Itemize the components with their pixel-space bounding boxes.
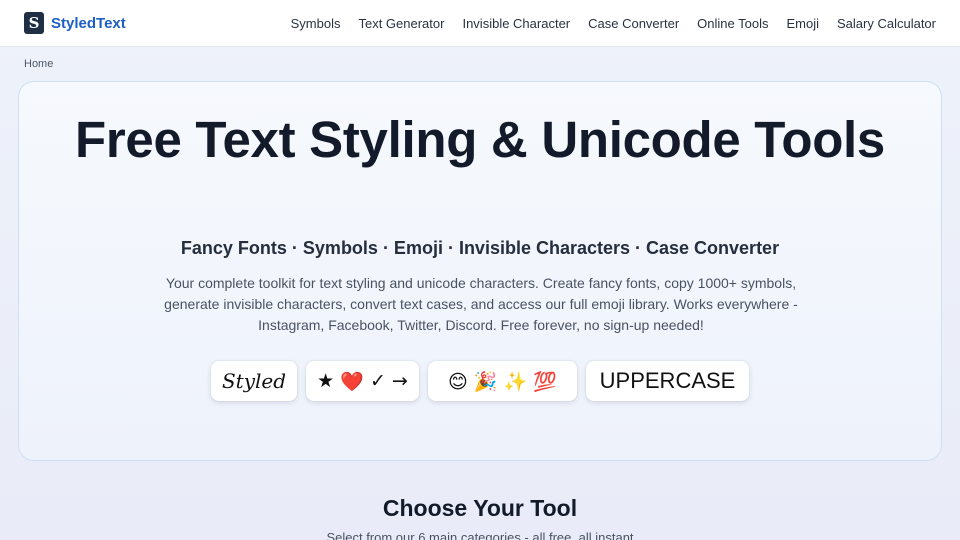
sample-chip-uppercase[interactable]: UPPERCASE [586,361,749,401]
hero-title: Free Text Styling & Unicode Tools [75,111,885,168]
styled-font-sample: Styled [221,369,287,393]
nav-link-case-converter[interactable]: Case Converter [588,16,679,31]
nav-link-online-tools[interactable]: Online Tools [697,16,768,31]
breadcrumb-home-link[interactable]: Home [24,58,53,70]
hero-card: Free Text Styling & Unicode Tools Fancy … [18,81,942,461]
star-icon: ★ [317,370,335,392]
check-icon: ✓ [369,370,386,392]
tools-section-title: Choose Your Tool [382,495,578,521]
sample-chip-styled-font[interactable]: Styled [211,361,297,401]
brand-name[interactable]: StyledText [51,15,126,32]
hero-description: Your complete toolkit for text styling a… [164,275,798,333]
uppercase-sample: UPPERCASE [599,368,736,393]
sample-chips: Styled ★ ❤️ ✓ → 😊 🎉 ✨ 💯 UPPERCASE [19,361,941,401]
nav-link-symbols[interactable]: Symbols [291,16,341,31]
arrow-right-icon: → [391,370,408,392]
tools-section-subtitle: Select from our 6 main categories - all … [326,530,634,540]
nav-link-emoji[interactable]: Emoji [786,16,819,31]
breadcrumb: Home [24,58,53,70]
main-nav: Symbols Text Generator Invisible Charact… [273,0,936,47]
brand[interactable]: S StyledText [24,12,126,34]
heart-icon: ❤️ [340,370,364,393]
nav-link-invisible-character[interactable]: Invisible Character [462,16,570,31]
nav-link-text-generator[interactable]: Text Generator [358,16,444,31]
top-navbar: S StyledText Symbols Text Generator Invi… [0,0,960,47]
nav-link-salary-calculator[interactable]: Salary Calculator [837,16,936,31]
brand-logo-icon[interactable]: S [24,12,44,34]
sample-chip-emoji[interactable]: 😊 🎉 ✨ 💯 [428,361,577,401]
emoji-sample: 😊 🎉 ✨ 💯 [448,370,557,393]
sample-chip-symbols[interactable]: ★ ❤️ ✓ → [306,361,419,401]
hero-subtitle: Fancy Fonts · Symbols · Emoji · Invisibl… [180,238,780,258]
